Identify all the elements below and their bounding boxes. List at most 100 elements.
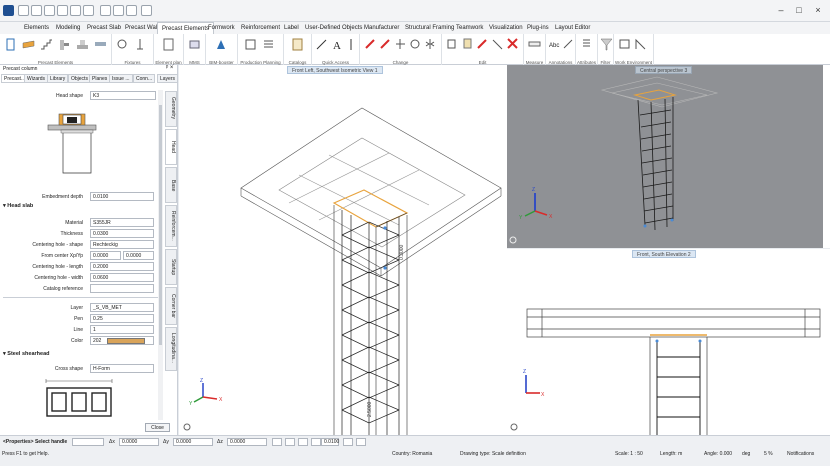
tab-layout-editor[interactable]: Layout Editor — [551, 22, 594, 34]
text-tool-icon[interactable]: A — [330, 37, 343, 52]
snap-grid-icon[interactable] — [298, 438, 308, 446]
edit-copy-icon[interactable] — [446, 37, 459, 52]
zoom-text[interactable]: 5 % — [764, 451, 773, 457]
tab-precast-slab[interactable]: Precast Slab — [83, 22, 125, 34]
stair-icon[interactable] — [40, 37, 53, 52]
stretch-icon[interactable] — [379, 37, 392, 52]
viewport-perspective[interactable]: Central perspective 3 Z Y X — [507, 65, 830, 248]
label-tool-icon[interactable] — [562, 37, 575, 52]
tab-manufacturer[interactable]: Manufacturer — [360, 22, 403, 34]
side-tab-longitudinal[interactable]: Longitudina... — [165, 327, 177, 371]
column-icon[interactable] — [4, 37, 17, 52]
print-icon[interactable] — [57, 5, 68, 16]
abc-text-icon[interactable]: Abc — [549, 37, 562, 52]
snap-line-icon[interactable] — [285, 438, 295, 446]
fixture-icon[interactable] — [116, 37, 129, 52]
paste-icon[interactable] — [113, 5, 124, 16]
work-env-icon[interactable] — [618, 37, 631, 52]
tab-user-defined-objects[interactable]: User-Defined Objects — [301, 22, 366, 34]
dimension-icon[interactable] — [345, 37, 358, 52]
tab-reinforcement[interactable]: Reinforcement — [237, 22, 284, 34]
palette-pin-icon[interactable]: ᵖ × — [166, 65, 173, 71]
attributes-icon[interactable] — [580, 37, 593, 52]
material-field[interactable]: S355JR — [90, 218, 154, 227]
perspective-nav-icon[interactable] — [509, 236, 517, 244]
tools-icon[interactable] — [141, 5, 152, 16]
length-text[interactable]: Length: m — [660, 451, 682, 457]
palette-tab-issue[interactable]: Issue ... — [109, 74, 133, 83]
layer-dropdown[interactable]: _S_VB_MET — [90, 303, 154, 312]
from-center-y-field[interactable]: 0.0000 — [123, 251, 154, 260]
copy-icon[interactable] — [100, 5, 111, 16]
palette-tab-layers[interactable]: Layers — [157, 74, 179, 83]
from-center-x-field[interactable]: 0.0000 — [90, 251, 121, 260]
pen-dropdown[interactable]: 0.25 — [90, 314, 154, 323]
properties-select-handle[interactable]: <Properties> Select handle — [3, 439, 67, 445]
app-logo-icon[interactable] — [3, 5, 14, 16]
delete-icon[interactable] — [126, 5, 137, 16]
redo-icon[interactable] — [83, 5, 94, 16]
snap-point-icon[interactable] — [272, 438, 282, 446]
side-tab-geometry[interactable]: Geometry — [165, 91, 177, 127]
undo-icon[interactable] — [70, 5, 81, 16]
snap-track-icon[interactable] — [311, 438, 321, 446]
edit-delete-icon[interactable] — [506, 37, 519, 52]
tab-structural-framing[interactable]: Structural Framing — [401, 22, 458, 34]
minimize-button[interactable]: – — [774, 4, 788, 17]
embedment-field[interactable]: 0.0100 — [90, 192, 154, 201]
bim-booster-icon[interactable] — [215, 37, 228, 52]
beam-icon[interactable] — [22, 37, 35, 52]
open-icon[interactable] — [31, 5, 42, 16]
centering-length-field[interactable]: 0.2000 — [90, 262, 154, 271]
side-tab-head[interactable]: Head — [165, 129, 177, 165]
head-slab-section[interactable]: ▾ Head slab — [3, 203, 33, 209]
drawing-type-text[interactable]: Drawing type: Scale definition — [460, 451, 526, 457]
head-shape-dropdown[interactable]: K3 — [90, 91, 156, 100]
viewport-elevation[interactable]: Front, South Elevation 2 Z X — [507, 249, 830, 435]
layout-icon[interactable] — [634, 37, 647, 52]
palette-tab-conn[interactable]: Conn... — [133, 74, 156, 83]
snap-value-field[interactable]: 0.0100 — [321, 438, 339, 446]
line-tool-icon[interactable] — [315, 37, 328, 52]
measure-icon[interactable] — [528, 37, 541, 52]
save-icon[interactable] — [44, 5, 55, 16]
notifications-button[interactable]: Notifications — [787, 451, 814, 457]
centering-width-field[interactable]: 0.0600 — [90, 273, 154, 282]
tab-formwork[interactable]: Formwork — [204, 22, 239, 34]
viewport-isometric[interactable]: Front Left, Southwest Isometric View 1 0… — [179, 65, 507, 435]
line-dropdown[interactable]: 1 — [90, 325, 154, 334]
side-tab-base[interactable]: Base — [165, 167, 177, 203]
side-tab-corner-bar[interactable]: Corner bar — [165, 287, 177, 325]
dx-field[interactable]: 0.0000 — [119, 438, 159, 446]
mms-icon[interactable] — [188, 37, 201, 52]
palette-tab-objects[interactable]: Objects — [68, 74, 91, 83]
corbel-icon[interactable] — [58, 37, 71, 52]
palette-tab-planes[interactable]: Planes — [89, 74, 111, 83]
foundation-icon[interactable] — [76, 37, 89, 52]
scale-text[interactable]: Scale: 1 : 50 — [615, 451, 643, 457]
close-window-button[interactable]: × — [811, 4, 825, 17]
mirror-icon[interactable] — [424, 37, 437, 52]
dy-field[interactable]: 0.0000 — [173, 438, 213, 446]
element-plan-icon[interactable] — [162, 37, 175, 52]
angle-text[interactable]: Angle: 0.000 — [704, 451, 732, 457]
maximize-button[interactable]: □ — [792, 4, 806, 17]
catalog-ref-dropdown[interactable] — [90, 284, 154, 293]
side-tab-startup[interactable]: Startup — [165, 249, 177, 285]
angle-lock-icon[interactable] — [356, 438, 366, 446]
steel-shearhead-section[interactable]: ▾ Steel shearhead — [3, 351, 49, 357]
tab-plug-ins[interactable]: Plug-ins — [523, 22, 553, 34]
girder-icon[interactable] — [94, 37, 107, 52]
close-button[interactable]: Close — [145, 423, 170, 432]
edit-paste-icon[interactable] — [461, 37, 474, 52]
ortho-icon[interactable] — [343, 438, 353, 446]
elevation-nav-icon[interactable] — [510, 423, 518, 431]
tab-label[interactable]: Label — [280, 22, 303, 34]
catalog-icon[interactable] — [291, 37, 304, 52]
color-dropdown[interactable]: 202 — [90, 336, 154, 345]
centering-shape-dropdown[interactable]: Rechteckig — [90, 240, 154, 249]
tab-visualization[interactable]: Visualization — [485, 22, 527, 34]
move-icon[interactable] — [394, 37, 407, 52]
thickness-field[interactable]: 0.0300 — [90, 229, 154, 238]
planning-icon[interactable] — [244, 37, 257, 52]
